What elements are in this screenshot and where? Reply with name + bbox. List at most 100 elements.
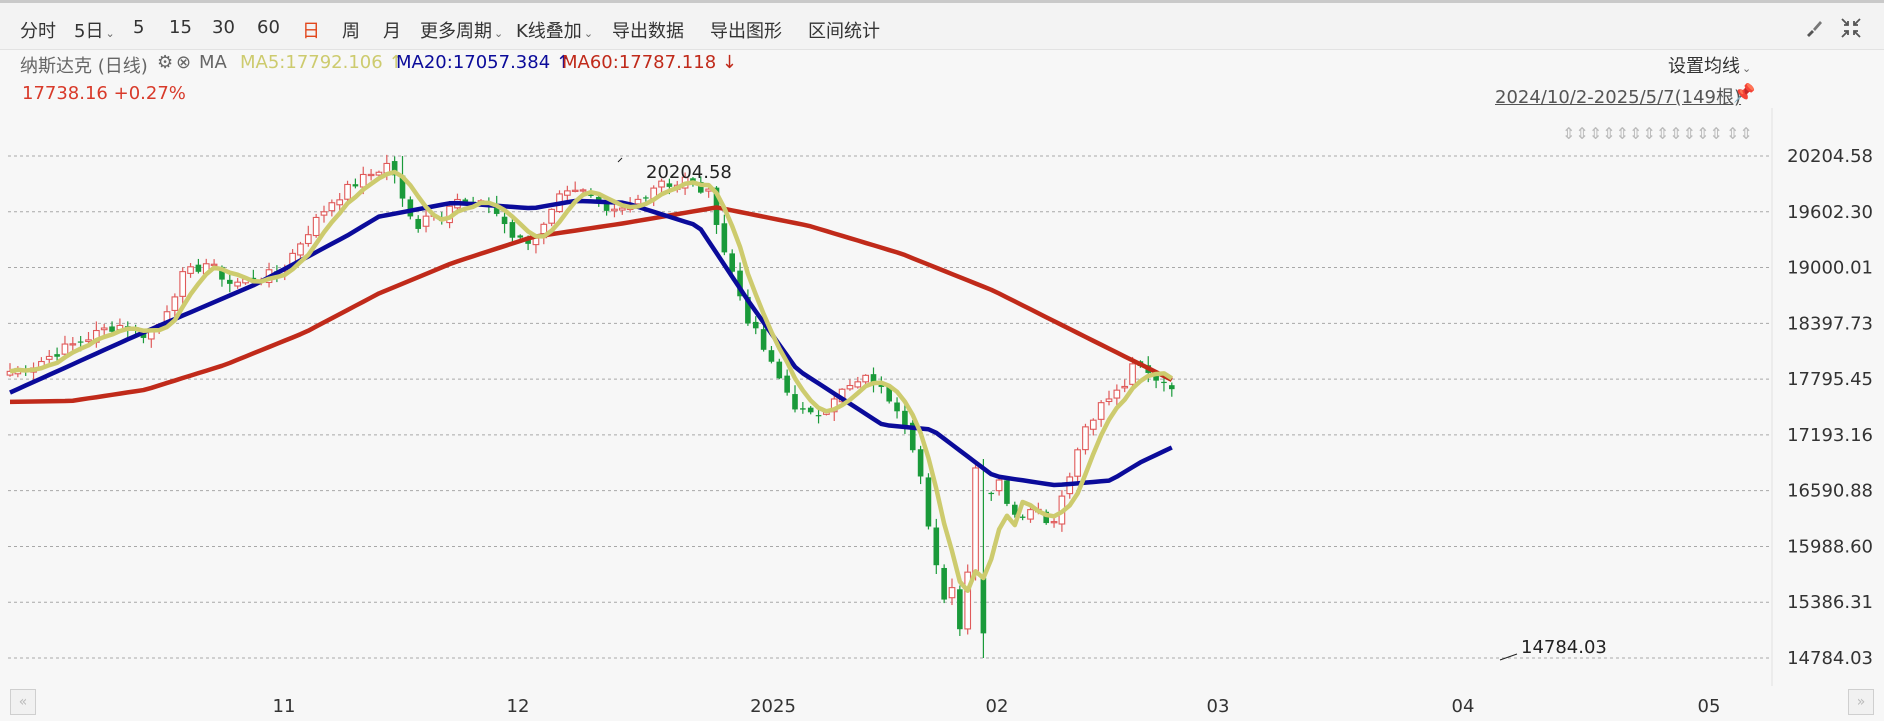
- y-tick-label: 17795.45: [1787, 369, 1873, 390]
- candle: [1089, 418, 1097, 436]
- candle-body: [171, 296, 179, 311]
- candle-body: [367, 173, 375, 177]
- candle: [227, 274, 233, 293]
- x-tick-label: 12: [507, 696, 530, 717]
- y-tick-label: 16590.88: [1787, 481, 1873, 502]
- candle: [721, 214, 728, 256]
- candle: [548, 208, 555, 227]
- candle-body: [407, 199, 414, 217]
- candle: [415, 215, 421, 233]
- candle: [925, 473, 932, 530]
- candle-body: [643, 197, 649, 199]
- candle-body: [415, 218, 421, 229]
- x-tick-label: 05: [1698, 696, 1721, 717]
- candle-body: [210, 263, 218, 266]
- candle-body: [312, 216, 320, 237]
- y-tick-label: 18397.73: [1787, 313, 1873, 334]
- candle-body: [85, 339, 92, 343]
- candle-body: [77, 341, 84, 343]
- candle: [563, 185, 571, 201]
- annotation-label: 20204.58: [646, 162, 732, 183]
- candle: [571, 181, 579, 193]
- candle: [948, 578, 956, 606]
- candle-body: [359, 173, 367, 188]
- candle-body: [352, 184, 359, 187]
- y-axis: 20204.58 19602.30 19000.01 18397.73 17795.45…: [1787, 146, 1873, 669]
- candle-body: [328, 202, 336, 212]
- candle: [312, 213, 320, 238]
- candle: [304, 225, 312, 247]
- candle-body: [807, 407, 814, 413]
- candle-body: [100, 327, 108, 331]
- candlestick-chart[interactable]: 20204.58 19602.30 19000.01 18397.73 17795.45…: [0, 0, 1884, 721]
- x-tick-label: 03: [1207, 696, 1230, 717]
- y-tick-label: 15386.31: [1787, 592, 1873, 613]
- candle-body: [611, 208, 618, 212]
- candle-body: [571, 189, 579, 192]
- candle-body: [933, 527, 940, 566]
- candle: [980, 458, 987, 658]
- candle-body: [344, 183, 351, 200]
- moving-averages: [9, 169, 1174, 594]
- candle-body: [854, 381, 862, 388]
- candle: [320, 205, 328, 223]
- candle-body: [902, 410, 908, 425]
- scroll-arrows-2: ⇕⇕: [1726, 124, 1753, 143]
- candle-body: [957, 589, 963, 630]
- candle-body: [1004, 480, 1010, 504]
- candle-body: [760, 329, 767, 350]
- x-tick-label: 11: [273, 696, 296, 717]
- candle-body: [509, 222, 516, 238]
- candle: [1113, 384, 1121, 406]
- scroll-right-button[interactable]: »: [1848, 689, 1874, 715]
- candle: [807, 406, 814, 415]
- candle: [1097, 400, 1105, 427]
- candle: [1074, 447, 1081, 485]
- candle-body: [1113, 389, 1121, 399]
- candle: [179, 267, 187, 305]
- candle-body: [925, 477, 932, 527]
- candle-body: [579, 189, 587, 192]
- candle-body: [1121, 385, 1129, 389]
- candle-body: [61, 343, 69, 355]
- candle-body: [69, 343, 77, 346]
- candle: [964, 564, 972, 635]
- candle: [1019, 514, 1026, 521]
- candle-body: [815, 415, 822, 417]
- y-tick-label: 19000.01: [1787, 258, 1873, 279]
- y-tick-label: 17193.16: [1787, 425, 1873, 446]
- candle-body: [792, 394, 798, 410]
- x-axis: 11 12 2025 02 03 04 05: [273, 696, 1721, 717]
- candle-body: [634, 198, 642, 205]
- candle-body: [846, 384, 854, 390]
- candle-body: [917, 449, 924, 477]
- candle-body: [179, 271, 187, 297]
- candle: [187, 263, 194, 278]
- candle-body: [54, 354, 60, 357]
- candle: [957, 585, 963, 636]
- candle-body: [666, 183, 673, 187]
- candle: [1169, 382, 1175, 397]
- candle-body: [297, 243, 304, 256]
- x-tick-label: 2025: [750, 696, 796, 717]
- candle: [776, 358, 783, 380]
- candle: [988, 491, 995, 501]
- candle-body: [862, 374, 869, 383]
- candle-body: [320, 211, 328, 216]
- candle: [784, 369, 790, 396]
- candle-body: [894, 402, 900, 412]
- candle: [995, 478, 1003, 496]
- candle: [846, 379, 854, 391]
- scroll-left-button[interactable]: «: [10, 689, 36, 715]
- annotation-label: 14784.03: [1521, 637, 1607, 658]
- candle-body: [187, 266, 194, 274]
- candle-body: [1097, 402, 1105, 420]
- candle: [870, 367, 877, 393]
- candle-body: [304, 234, 312, 245]
- candle-body: [972, 467, 979, 574]
- candle-body: [234, 281, 242, 287]
- candle: [1105, 390, 1113, 406]
- y-tick-label: 15988.60: [1787, 536, 1873, 557]
- candle-body: [721, 223, 728, 253]
- candle: [1004, 476, 1010, 507]
